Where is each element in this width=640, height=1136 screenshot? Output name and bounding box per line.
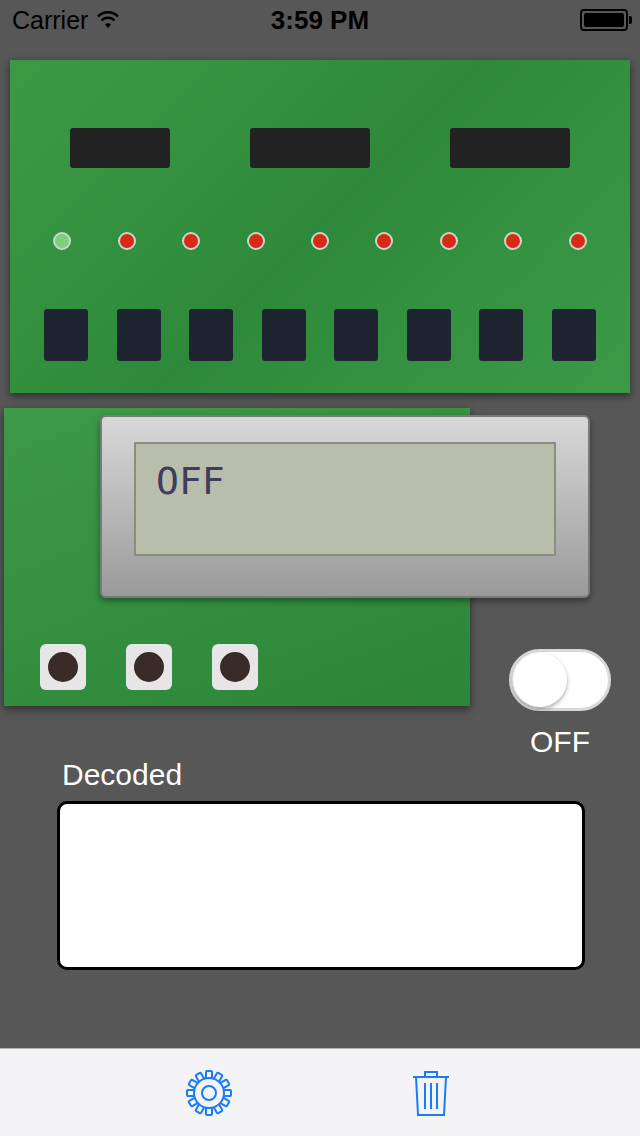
battery-icon bbox=[580, 9, 628, 31]
decoded-text-box[interactable] bbox=[57, 801, 585, 970]
status-time: 3:59 PM bbox=[271, 5, 369, 36]
settings-button[interactable] bbox=[183, 1067, 235, 1119]
delete-button[interactable] bbox=[405, 1067, 457, 1119]
status-bar: Carrier 3:59 PM bbox=[0, 0, 640, 40]
gear-icon bbox=[185, 1069, 233, 1117]
switch-label: OFF bbox=[530, 725, 590, 758]
carrier-name: Carrier bbox=[12, 6, 88, 35]
screen: Carrier3:59 PMOFFOFFDecoded bbox=[0, 0, 640, 1136]
trash-icon bbox=[411, 1069, 451, 1117]
toolbar bbox=[0, 1048, 640, 1136]
display-board-photo: OFF bbox=[4, 408, 470, 706]
power-switch[interactable] bbox=[509, 649, 611, 711]
decoded-label: Decoded bbox=[57, 758, 640, 791]
relay-board-photo bbox=[10, 60, 630, 393]
lcd-display: OFF bbox=[100, 415, 590, 598]
wifi-icon bbox=[96, 11, 120, 29]
lcd-text: OFF bbox=[156, 462, 534, 500]
